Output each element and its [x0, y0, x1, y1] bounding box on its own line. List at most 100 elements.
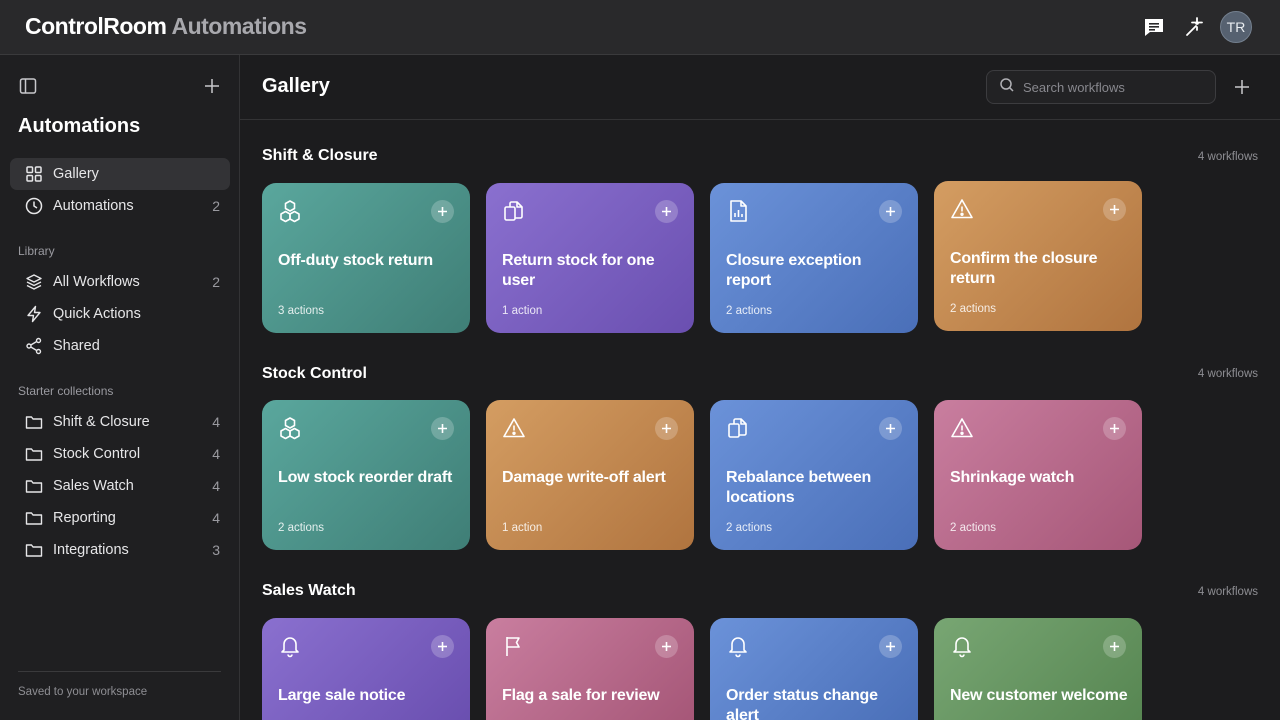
warning-icon: [502, 416, 526, 440]
sidebar-item-count: 2: [212, 198, 220, 214]
workflow-card[interactable]: Shrinkage watch 2 actions: [934, 400, 1142, 550]
sidebar: Automations Gallery Automations 2 Librar…: [0, 55, 240, 720]
add-card-button[interactable]: [431, 200, 454, 223]
add-card-button[interactable]: [879, 200, 902, 223]
sidebar-item-shift-closure[interactable]: Shift & Closure 4: [10, 406, 230, 438]
copy-icon: [726, 416, 750, 440]
sidebar-item-label: Sales Watch: [53, 478, 134, 494]
section-count: 4 workflows: [1197, 368, 1258, 380]
card-title: Low stock reorder draft: [278, 469, 453, 486]
card-actions-count: 3 actions: [278, 305, 325, 317]
sidebar-item-label: Shared: [53, 338, 100, 354]
card-actions-count: 1 action: [502, 522, 543, 534]
workflow-card[interactable]: Off-duty stock return 3 actions: [262, 183, 470, 333]
folder-icon: [24, 412, 44, 432]
flag-icon: [502, 634, 526, 658]
section-count: 4 workflows: [1197, 586, 1258, 598]
card-actions-count: 2 actions: [950, 522, 997, 534]
sidebar-item-count: 4: [212, 478, 220, 494]
add-card-button[interactable]: [655, 200, 678, 223]
sidebar-toggle-icon[interactable]: [18, 76, 38, 96]
add-card-button[interactable]: [655, 417, 678, 440]
card-title: Closure exception report: [726, 252, 862, 289]
workflow-card[interactable]: Rebalance between locations 2 actions: [710, 400, 918, 550]
add-card-button[interactable]: [879, 417, 902, 440]
add-card-button[interactable]: [431, 417, 454, 440]
sidebar-item-count: 4: [212, 414, 220, 430]
workflow-card[interactable]: Damage write-off alert 1 action: [486, 400, 694, 550]
sidebar-item-label: Gallery: [53, 166, 99, 182]
bell-icon: [278, 634, 302, 658]
sidebar-item-automations[interactable]: Automations 2: [10, 190, 230, 222]
sidebar-item-gallery[interactable]: Gallery: [10, 158, 230, 190]
card-title: Damage write-off alert: [502, 469, 666, 486]
workflow-card[interactable]: New customer welcome: [934, 618, 1142, 720]
sidebar-item-reporting[interactable]: Reporting 4: [10, 502, 230, 534]
add-card-button[interactable]: [1103, 635, 1126, 658]
magic-wand-icon[interactable]: [1181, 14, 1207, 40]
sidebar-item-count: 3: [212, 542, 220, 558]
sidebar-item-label: Stock Control: [53, 446, 141, 462]
card-actions-count: 2 actions: [278, 522, 325, 534]
add-workflow-icon[interactable]: [1232, 77, 1252, 97]
warning-icon: [950, 197, 974, 221]
add-icon[interactable]: [202, 76, 222, 96]
card-actions-count: 2 actions: [950, 303, 997, 315]
collections-heading: Starter collections: [18, 384, 114, 398]
workflow-card[interactable]: Closure exception report 2 actions: [710, 183, 918, 333]
card-title: Off-duty stock return: [278, 252, 433, 269]
sidebar-item-shared[interactable]: Shared: [10, 330, 230, 362]
sidebar-divider: [18, 671, 221, 672]
card-title: Large sale notice: [278, 687, 406, 704]
card-actions-count: 2 actions: [726, 522, 773, 534]
sidebar-item-label: All Workflows: [53, 274, 140, 290]
card-actions-count: 1 action: [502, 305, 543, 317]
workflow-card[interactable]: Low stock reorder draft 2 actions: [262, 400, 470, 550]
folder-icon: [24, 476, 44, 496]
sidebar-item-label: Integrations: [53, 542, 129, 558]
bell-icon: [726, 634, 750, 658]
card-title: Flag a sale for review: [502, 687, 660, 704]
section-count: 4 workflows: [1197, 151, 1258, 163]
add-card-button[interactable]: [431, 635, 454, 658]
search-input[interactable]: [1023, 79, 1203, 95]
main-content: Gallery Shift & Closure 4 workflows Off-…: [240, 55, 1280, 720]
sidebar-item-label: Shift & Closure: [53, 414, 150, 430]
card-title: Return stock for one user: [502, 252, 655, 289]
brand-primary: ControlRoom: [25, 13, 167, 39]
add-card-button[interactable]: [879, 635, 902, 658]
sidebar-item-integrations[interactable]: Integrations 3: [10, 534, 230, 566]
avatar[interactable]: TR: [1220, 11, 1252, 43]
grid-icon: [24, 164, 44, 184]
add-card-button[interactable]: [655, 635, 678, 658]
copy-icon: [502, 199, 526, 223]
cubes-icon: [278, 199, 302, 223]
workflow-card[interactable]: Return stock for one user 1 action: [486, 183, 694, 333]
card-title: Shrinkage watch: [950, 469, 1075, 486]
workflow-card[interactable]: Confirm the closure return 2 actions: [934, 181, 1142, 331]
sidebar-item-stock-control[interactable]: Stock Control 4: [10, 438, 230, 470]
sidebar-item-all-workflows[interactable]: All Workflows 2: [10, 266, 230, 298]
add-card-button[interactable]: [1103, 198, 1126, 221]
sidebar-item-quick-actions[interactable]: Quick Actions: [10, 298, 230, 330]
card-actions-count: 2 actions: [726, 305, 773, 317]
workflow-card[interactable]: Order status change alert: [710, 618, 918, 720]
sidebar-footer: Saved to your workspace: [18, 686, 148, 698]
add-card-button[interactable]: [1103, 417, 1126, 440]
workflow-card[interactable]: Flag a sale for review: [486, 618, 694, 720]
workflow-card[interactable]: Large sale notice: [262, 618, 470, 720]
chat-icon[interactable]: [1141, 14, 1167, 40]
sidebar-item-label: Quick Actions: [53, 306, 141, 322]
card-title: Confirm the closure return: [950, 250, 1098, 287]
sidebar-item-count: 4: [212, 510, 220, 526]
folder-icon: [24, 508, 44, 528]
report-icon: [726, 199, 750, 223]
layers-icon: [24, 272, 44, 292]
bolt-icon: [24, 304, 44, 324]
folder-icon: [24, 444, 44, 464]
warning-icon: [950, 416, 974, 440]
section-title: Shift & Closure: [262, 147, 378, 164]
card-title: Rebalance between locations: [726, 469, 872, 506]
bell-icon: [950, 634, 974, 658]
sidebar-item-sales-watch[interactable]: Sales Watch 4: [10, 470, 230, 502]
